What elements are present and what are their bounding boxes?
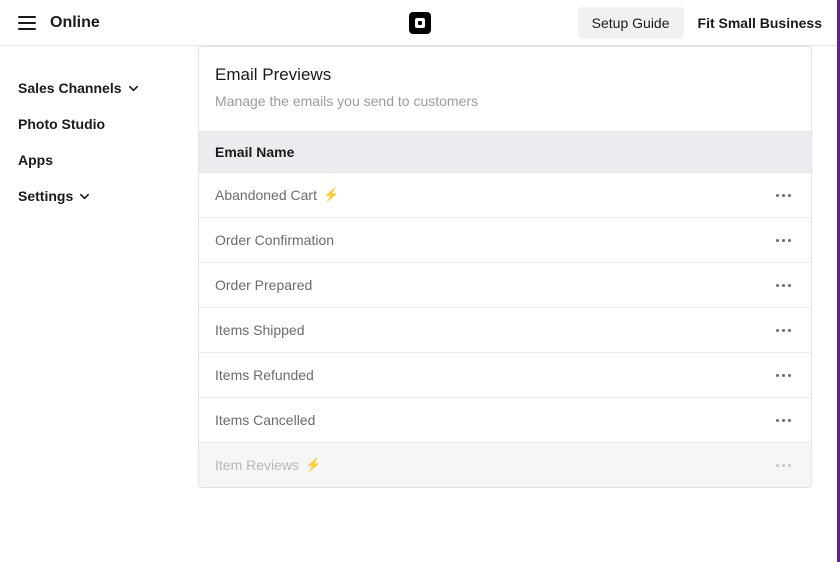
email-row-label: Order Prepared — [215, 277, 312, 293]
square-logo-icon[interactable] — [409, 12, 431, 34]
more-actions-icon[interactable] — [772, 280, 795, 291]
email-row-label: Items Shipped — [215, 322, 305, 338]
email-row-items-shipped[interactable]: Items Shipped — [199, 308, 811, 353]
menu-icon[interactable] — [18, 16, 36, 30]
more-actions-icon[interactable] — [772, 325, 795, 336]
top-bar: Online Setup Guide Fit Small Business — [0, 0, 840, 46]
more-actions-icon[interactable] — [772, 235, 795, 246]
more-actions-icon — [772, 460, 795, 471]
email-row-label: Abandoned Cart — [215, 187, 317, 203]
chevron-down-icon — [79, 191, 90, 202]
email-row-item-reviews: Item Reviews ⚡ — [199, 443, 811, 487]
sidebar-item-label: Sales Channels — [18, 80, 122, 96]
more-actions-icon[interactable] — [772, 190, 795, 201]
card-title: Email Previews — [215, 65, 795, 85]
email-row-items-refunded[interactable]: Items Refunded — [199, 353, 811, 398]
chevron-down-icon — [128, 83, 139, 94]
email-row-abandoned-cart[interactable]: Abandoned Cart ⚡ — [199, 173, 811, 218]
email-row-label: Item Reviews — [215, 457, 299, 473]
sidebar-item-apps[interactable]: Apps — [18, 142, 198, 178]
lightning-bolt-icon: ⚡ — [323, 187, 339, 203]
lightning-bolt-icon: ⚡ — [305, 457, 321, 473]
section-label: Online — [50, 14, 100, 32]
sidebar-item-label: Settings — [18, 188, 73, 204]
sidebar: Sales Channels Photo Studio Apps Settings — [0, 46, 198, 488]
more-actions-icon[interactable] — [772, 415, 795, 426]
email-row-label: Order Confirmation — [215, 232, 334, 248]
email-row-order-prepared[interactable]: Order Prepared — [199, 263, 811, 308]
more-actions-icon[interactable] — [772, 370, 795, 381]
email-previews-card: Email Previews Manage the emails you sen… — [198, 46, 812, 488]
sidebar-item-sales-channels[interactable]: Sales Channels — [18, 70, 198, 106]
setup-guide-button[interactable]: Setup Guide — [578, 7, 684, 39]
sidebar-item-settings[interactable]: Settings — [18, 178, 198, 214]
card-subtitle: Manage the emails you send to customers — [215, 93, 795, 109]
column-header-email-name: Email Name — [199, 131, 811, 173]
sidebar-item-label: Apps — [18, 152, 53, 168]
email-row-items-cancelled[interactable]: Items Cancelled — [199, 398, 811, 443]
sidebar-item-photo-studio[interactable]: Photo Studio — [18, 106, 198, 142]
business-name[interactable]: Fit Small Business — [698, 15, 822, 31]
sidebar-item-label: Photo Studio — [18, 116, 105, 132]
email-row-label: Items Refunded — [215, 367, 314, 383]
email-row-label: Items Cancelled — [215, 412, 315, 428]
main-content: Email Previews Manage the emails you sen… — [198, 46, 840, 488]
email-row-order-confirmation[interactable]: Order Confirmation — [199, 218, 811, 263]
